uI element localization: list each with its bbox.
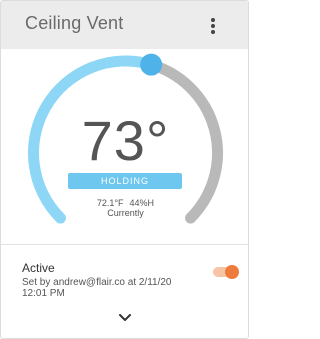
- divider: [1, 244, 248, 245]
- card-header: Ceiling Vent: [1, 1, 248, 49]
- active-toggle[interactable]: [213, 265, 239, 279]
- currently-label: Currently: [107, 208, 144, 218]
- vent-card: Ceiling Vent 73° HOLDING 72.1°F 44%H Curr…: [0, 0, 249, 339]
- current-temperature: 72.1°F: [96, 198, 124, 208]
- vent-status: Active: [22, 261, 55, 275]
- more-vert-icon[interactable]: [206, 16, 220, 36]
- current-readings: 72.1°F 44%H Currently: [1, 198, 248, 218]
- set-by-text: Set by andrew@flair.co at 2/11/20 12:01 …: [22, 277, 172, 299]
- vent-title: Ceiling Vent: [25, 13, 124, 33]
- chevron-down-icon[interactable]: [118, 313, 132, 323]
- current-humidity: 44%H: [129, 198, 155, 208]
- holding-badge[interactable]: HOLDING: [68, 173, 182, 189]
- setpoint-knob[interactable]: [140, 53, 163, 76]
- setpoint-temperature: 73°: [81, 109, 170, 172]
- toggle-knob: [225, 265, 239, 279]
